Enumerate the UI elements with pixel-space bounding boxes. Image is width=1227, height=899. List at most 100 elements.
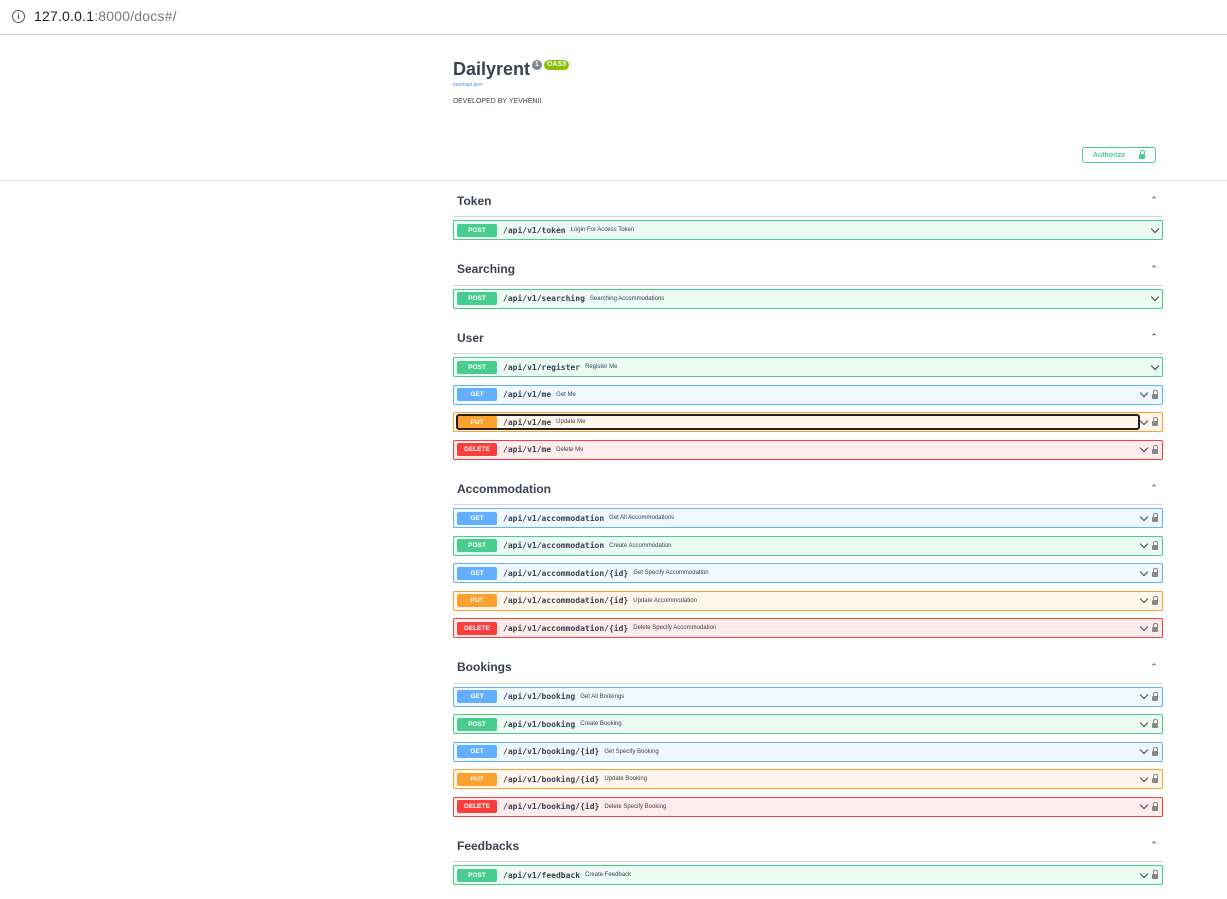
endpoint-path: /api/v1/me [503,445,552,454]
chevron-down-icon[interactable] [1139,567,1149,576]
chevron-down-icon[interactable] [1150,361,1160,370]
chevron-down-icon[interactable] [1139,690,1149,700]
chevron-down-icon[interactable] [1139,443,1149,453]
tag-title: Searching [457,262,516,276]
operation-row[interactable]: GET/api/v1/accommodation/{id} Get Specify… [453,563,1163,583]
endpoint-summary: Update Booking [604,776,648,782]
lock-icon[interactable] [1152,389,1158,399]
operation-row[interactable]: POST/api/v1/token Login For Access Token [453,220,1163,240]
chevron-down-icon[interactable] [1150,224,1160,233]
endpoint-path: /api/v1/feedback [503,870,581,880]
chevron-down-icon[interactable] [1139,416,1149,425]
lock-icon[interactable] [1152,568,1158,577]
lock-icon[interactable] [1152,595,1158,605]
chevron-up-icon[interactable]: ⌃ [1149,662,1159,673]
chevron-down-icon[interactable] [1139,388,1149,398]
address-bar[interactable]: i 127.0.0.1:8000/docs#/ [0,0,1227,35]
operation-row[interactable]: POST/api/v1/feedback Create Feedback [453,865,1163,885]
operation-row[interactable]: DELETE/api/v1/booking/{id} Delete Specify… [453,796,1163,817]
lock-icon[interactable] [1152,774,1158,783]
endpoint-path: /api/v1/booking/{id} [503,747,600,756]
authorize-label: Authorize [1092,151,1126,159]
operation-row[interactable]: DELETE/api/v1/me Delete Me [453,439,1163,460]
tag-title: Bookings [457,660,512,674]
openapi-link[interactable]: /openapi.json [453,82,569,88]
tag-section-searching: Searching ⌃ POST/api/v1/searching Searching… [453,254,1163,323]
operation-controls [1139,509,1158,527]
authorize-button[interactable]: Authorize [1082,147,1156,163]
chevron-down-icon[interactable] [1139,594,1149,604]
tag-section-bookings: Bookings ⌃ GET/api/v1/booking Get All Booki… [453,652,1163,831]
tag-header[interactable]: Bookings ⌃ [453,652,1163,684]
endpoint-summary: Login For Access Token [570,227,635,233]
title-row: Dailyrent 1 OAS3 [453,58,569,80]
chevron-up-icon[interactable]: ⌃ [1149,332,1159,343]
url-host: 127.0.0.1 [34,8,95,24]
lock-icon[interactable] [1152,417,1158,426]
lock-icon[interactable] [1152,444,1158,454]
tag-header[interactable]: Accommodation ⌃ [453,473,1163,505]
tag-header[interactable]: Token ⌃ [453,185,1163,217]
lock-icon[interactable] [1152,623,1158,632]
tag-section-user: User ⌃ POST/api/v1/register Register Me GET /… [453,322,1163,473]
tag-operations: POST/api/v1/feedback Create Feedback [453,862,1163,899]
chevron-down-icon[interactable] [1139,745,1149,755]
operation-row[interactable]: DELETE/api/v1/accommodation/{id} Delete S… [453,618,1163,638]
operation-controls [1139,866,1158,884]
chevron-down-icon[interactable] [1139,512,1149,521]
chevron-down-icon[interactable] [1139,539,1149,549]
tag-title: Accommodation [457,481,552,496]
operation-row[interactable]: PUT/api/v1/me Update Me [453,412,1163,432]
http-method-badge: PUT [457,772,497,786]
endpoint-path: /api/v1/accommodation/{id} [503,568,629,578]
url-text[interactable]: 127.0.0.1:8000/docs#/ [34,8,177,24]
tag-section-accommodation: Accommodation ⌃ GET/api/v1/accommodation Ge… [453,473,1163,652]
tag-header[interactable]: Feedbacks ⌃ [453,830,1163,862]
tag-operations: POST/api/v1/searching Searching Accommoda… [453,286,1163,323]
operation-row[interactable]: GET/api/v1/booking/{id} Get Specify Booki… [453,741,1163,762]
endpoint-summary: Delete Specify Accommodation [633,625,717,631]
chevron-up-icon[interactable]: ⌃ [1149,840,1159,851]
operation-controls [1139,592,1158,610]
endpoint-path: /api/v1/register [503,362,581,372]
chevron-down-icon[interactable] [1139,773,1149,782]
lock-icon[interactable] [1152,746,1158,756]
chevron-down-icon[interactable] [1139,800,1149,810]
operation-row[interactable]: GET/api/v1/booking Get All Bookings [453,686,1163,707]
endpoint-summary: Get All Bookings [580,693,625,700]
chevron-up-icon[interactable]: ⌃ [1149,264,1159,275]
operation-row[interactable]: POST/api/v1/accommodation Create Accommod… [453,535,1163,556]
operation-row[interactable]: POST/api/v1/searching Searching Accommoda… [453,288,1163,309]
chevron-up-icon[interactable]: ⌃ [1149,195,1159,206]
operation-row[interactable]: GET/api/v1/me Get Me [453,384,1163,405]
chevron-down-icon[interactable] [1139,622,1149,631]
chevron-down-icon[interactable] [1139,718,1149,727]
lock-icon[interactable] [1152,801,1158,811]
lock-icon[interactable] [1152,691,1158,701]
endpoint-path: /api/v1/booking/{id} [503,774,600,784]
url-path: :8000/docs#/ [94,8,177,24]
endpoint-path: /api/v1/booking [503,719,576,729]
chevron-up-icon[interactable]: ⌃ [1149,483,1159,494]
tag-header[interactable]: User ⌃ [453,322,1163,354]
endpoint-path: /api/v1/searching [503,294,585,303]
http-method-badge: PUT [457,415,497,429]
page-title: Dailyrent [453,59,531,79]
site-info-icon[interactable]: i [12,10,25,23]
chevron-down-icon[interactable] [1139,869,1149,878]
tag-operations: POST/api/v1/token Login For Access Token [453,217,1163,254]
operation-row[interactable]: PUT/api/v1/accommodation/{id} Update Acco… [453,590,1163,611]
operation-row[interactable]: PUT/api/v1/booking/{id} Update Booking [453,769,1163,789]
chevron-down-icon[interactable] [1150,292,1160,302]
operation-row[interactable]: POST/api/v1/booking Create Booking [453,714,1163,734]
operation-row[interactable]: GET/api/v1/accommodation Get All Accommod… [453,508,1163,528]
http-method-badge: DELETE [457,621,497,635]
tag-header[interactable]: Searching ⌃ [453,254,1163,286]
operation-row[interactable]: POST/api/v1/register Register Me [453,357,1163,377]
lock-icon[interactable] [1152,540,1158,550]
http-method-badge: GET [457,511,497,525]
lock-icon[interactable] [1152,870,1158,879]
endpoint-summary: Create Accommodation [609,542,672,549]
lock-icon[interactable] [1152,719,1158,728]
lock-icon[interactable] [1152,513,1158,522]
